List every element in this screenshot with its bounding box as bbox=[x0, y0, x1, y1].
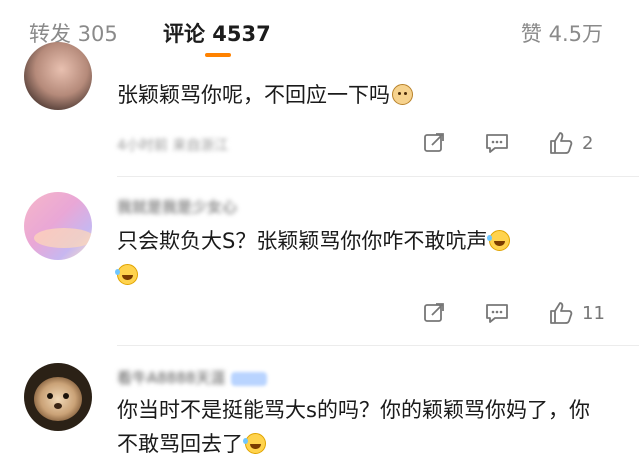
comment-item: 张颖颖骂你呢，不回应一下吗 4小时前 来自浙江 2 bbox=[0, 0, 639, 190]
thumbs-up-icon bbox=[550, 302, 573, 324]
share-icon bbox=[424, 303, 444, 322]
comment-text: 你当时不是挺能骂大s的吗？你的颖颖骂你妈了，你不敢骂回去了 bbox=[117, 393, 607, 461]
reply-icon bbox=[486, 134, 508, 153]
comment-actions: 11 bbox=[0, 298, 639, 328]
comment-item: 我就是我是少女心 只会欺负大S？张颖颖骂你你咋不敢吭声 11 bbox=[0, 176, 639, 346]
like-count: 11 bbox=[582, 302, 605, 324]
avatar-image bbox=[24, 192, 92, 260]
share-button[interactable] bbox=[422, 298, 446, 328]
comment-body: 张颖颖骂你呢，不回应一下吗 bbox=[117, 83, 390, 107]
avatar[interactable] bbox=[24, 363, 92, 431]
comment-text: 只会欺负大S？张颖颖骂你你咋不敢吭声 bbox=[115, 224, 607, 292]
like-button[interactable]: 11 bbox=[548, 298, 605, 328]
avatar-image bbox=[24, 42, 92, 110]
laugh-cry-emoji bbox=[487, 230, 511, 251]
share-button[interactable] bbox=[422, 128, 446, 158]
laugh-cry-emoji bbox=[115, 264, 138, 285]
comment-actions: 2 bbox=[0, 128, 639, 158]
comment-text: 张颖颖骂你呢，不回应一下吗 bbox=[117, 78, 607, 112]
reply-icon bbox=[486, 304, 508, 323]
dog-face-emoji bbox=[392, 84, 413, 105]
like-button[interactable]: 2 bbox=[548, 128, 593, 158]
comment-body: 只会欺负大S？张颖颖骂你你咋不敢吭声 bbox=[117, 229, 488, 253]
avatar[interactable] bbox=[24, 192, 92, 260]
comment-body: 你当时不是挺能骂大s的吗？你的颖颖骂你妈了，你不敢骂回去了 bbox=[117, 398, 590, 456]
comment-username-row[interactable]: 看牛A8888天涯 bbox=[117, 367, 267, 388]
avatar-image bbox=[24, 363, 92, 431]
comment-item: 看牛A8888天涯 你当时不是挺能骂大s的吗？你的颖颖骂你妈了，你不敢骂回去了 bbox=[0, 345, 639, 464]
like-count: 2 bbox=[582, 132, 594, 154]
reply-button[interactable] bbox=[484, 298, 510, 328]
comment-username[interactable]: 看牛A8888天涯 bbox=[117, 367, 225, 388]
thumbs-up-icon bbox=[550, 132, 573, 154]
laugh-cry-emoji bbox=[243, 433, 266, 454]
vip-badge bbox=[231, 372, 267, 386]
reply-button[interactable] bbox=[484, 128, 510, 158]
share-icon bbox=[424, 133, 444, 152]
avatar[interactable] bbox=[24, 42, 92, 110]
comment-username[interactable]: 我就是我是少女心 bbox=[117, 196, 237, 217]
